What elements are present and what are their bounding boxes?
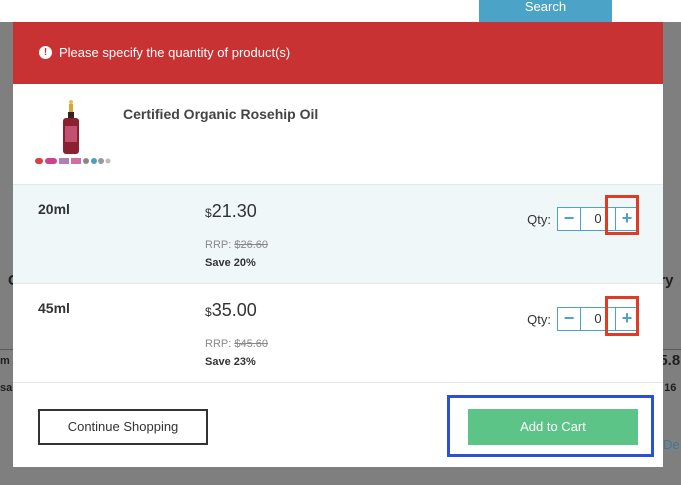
exclamation-circle-icon: ! bbox=[39, 45, 52, 59]
price-value: 35.00 bbox=[211, 300, 257, 320]
qty-label: Qty: bbox=[527, 311, 551, 327]
variant-size: 45ml bbox=[38, 300, 70, 316]
product-image bbox=[33, 96, 111, 174]
rrp-value: $45.60 bbox=[234, 338, 268, 350]
modal-footer: Continue Shopping Add to Cart bbox=[13, 382, 663, 467]
bg-text-fragment: sa bbox=[0, 382, 13, 394]
currency-symbol: $ bbox=[205, 305, 212, 319]
highlight-box-red bbox=[605, 195, 639, 235]
rrp-label: RRP: bbox=[205, 338, 232, 350]
highlight-box-red bbox=[605, 296, 639, 336]
variant-savings: Save 20% bbox=[205, 257, 256, 269]
bg-divider bbox=[0, 349, 13, 350]
variant-rrp: RRP: $26.60 bbox=[205, 239, 268, 251]
bg-divider bbox=[663, 349, 681, 350]
qty-label: Qty: bbox=[527, 211, 551, 227]
variant-rrp: RRP: $45.60 bbox=[205, 338, 268, 350]
bg-link-fragment: De bbox=[663, 437, 680, 452]
product-header: Certified Organic Rosehip Oil bbox=[13, 84, 663, 184]
variant-price: $21.30 bbox=[205, 201, 257, 222]
variant-savings: Save 23% bbox=[205, 356, 256, 368]
currency-symbol: $ bbox=[205, 206, 212, 220]
variant-row: 45ml $35.00 RRP: $45.60 Save 23% Qty: − … bbox=[13, 283, 663, 382]
alert-message: Please specify the quantity of product(s… bbox=[59, 45, 291, 60]
quantity-alert: ! Please specify the quantity of product… bbox=[13, 22, 663, 84]
search-button[interactable]: Search bbox=[479, 0, 612, 22]
variant-size: 20ml bbox=[38, 201, 70, 217]
add-to-cart-modal: ! Please specify the quantity of product… bbox=[13, 22, 663, 467]
product-title: Certified Organic Rosehip Oil bbox=[123, 106, 319, 122]
variant-price: $35.00 bbox=[205, 300, 257, 321]
continue-shopping-button[interactable]: Continue Shopping bbox=[38, 409, 208, 445]
price-value: 21.30 bbox=[211, 201, 257, 221]
highlight-box-blue bbox=[447, 395, 654, 457]
decrement-button[interactable]: − bbox=[557, 207, 581, 231]
rrp-value: $26.60 bbox=[234, 239, 268, 251]
decrement-button[interactable]: − bbox=[557, 307, 581, 331]
variant-row: 20ml $21.30 RRP: $26.60 Save 20% Qty: − … bbox=[13, 184, 663, 283]
rrp-label: RRP: bbox=[205, 239, 232, 251]
